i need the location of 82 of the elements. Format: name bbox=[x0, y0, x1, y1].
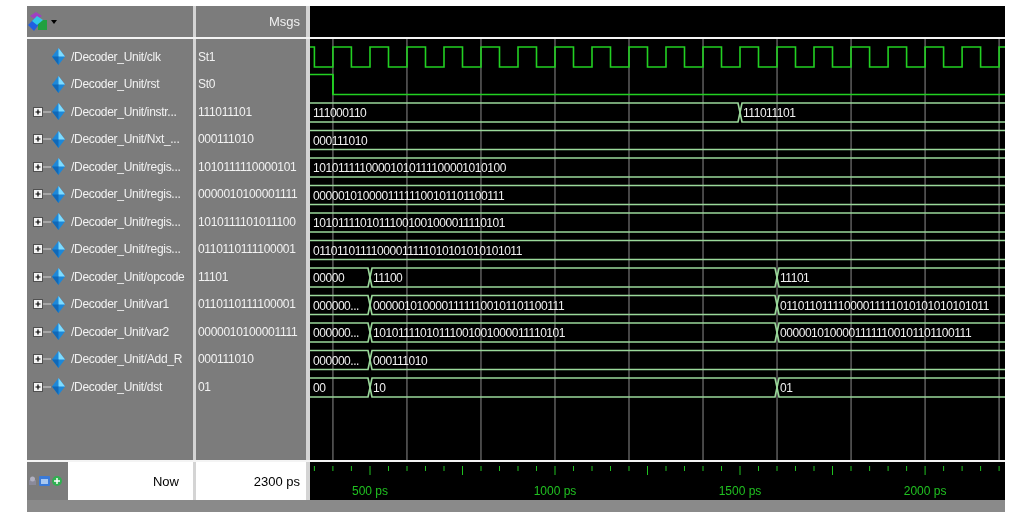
bus-value: 01101101111000011111010101010101011 bbox=[780, 298, 989, 313]
signal-value: 0000010100001111 bbox=[198, 187, 298, 202]
window-icon[interactable] bbox=[39, 476, 50, 486]
signal-icon bbox=[52, 295, 65, 313]
bus-value: 10101111010111001001000011110101 bbox=[313, 216, 506, 230]
expand-icon[interactable] bbox=[33, 134, 51, 145]
bus-value: 000111010 bbox=[373, 353, 428, 368]
expand-icon[interactable] bbox=[33, 299, 51, 310]
expand-icon[interactable] bbox=[33, 354, 51, 365]
signal-name[interactable]: /Decoder_Unit/instr... bbox=[71, 104, 177, 119]
circle-plus-icon[interactable] bbox=[52, 476, 62, 486]
signal-value: 01 bbox=[198, 379, 211, 394]
time-label: 1000 ps bbox=[533, 484, 577, 498]
expand-icon[interactable] bbox=[33, 161, 51, 172]
signal-name[interactable]: /Decoder_Unit/regis... bbox=[71, 187, 181, 202]
expand-icon[interactable] bbox=[33, 326, 51, 337]
bus-value: 111011101 bbox=[743, 106, 796, 120]
signal-icon bbox=[52, 130, 65, 148]
signal-value: 111011101 bbox=[198, 104, 252, 119]
signal-value: 1010111101011100 bbox=[198, 214, 296, 229]
signal-value: 000111010 bbox=[198, 352, 254, 367]
bus-value: 01101101111000011111010101010101011 bbox=[313, 243, 522, 258]
signal-icon bbox=[52, 350, 65, 368]
bus-value: 00000101000011111100101101100111 bbox=[313, 188, 505, 203]
now-label: Now bbox=[153, 473, 179, 489]
expand-icon[interactable] bbox=[33, 381, 51, 392]
bus-value: 10101111100001010111100001010100 bbox=[313, 161, 506, 175]
signal-value: 1010111110000101 bbox=[198, 159, 297, 174]
time-label: 1500 ps bbox=[718, 484, 762, 498]
signal-value: 0110110111100001 bbox=[198, 242, 296, 257]
dropdown-arrow-icon[interactable] bbox=[51, 19, 57, 24]
shapes-icon[interactable] bbox=[28, 10, 50, 33]
signal-value: St1 bbox=[198, 49, 216, 64]
signal-icon bbox=[52, 185, 65, 203]
bus-value: 000000... bbox=[313, 298, 359, 313]
signal-icon bbox=[52, 213, 65, 231]
expand-icon[interactable] bbox=[33, 189, 51, 200]
signal-value: 11101 bbox=[198, 269, 229, 284]
bus-value: 11100 bbox=[373, 271, 403, 285]
signal-name[interactable]: /Decoder_Unit/regis... bbox=[71, 242, 181, 257]
expand-icon[interactable] bbox=[33, 244, 51, 255]
expand-icon[interactable] bbox=[33, 271, 51, 282]
signal-name[interactable]: /Decoder_Unit/clk bbox=[71, 49, 161, 64]
cursor-time: 2300 ps bbox=[253, 473, 300, 489]
bus-value: 10101111010111001001000011110101 bbox=[373, 326, 566, 340]
signal-value: 0000010100001111 bbox=[198, 324, 298, 339]
signal-icon bbox=[52, 103, 65, 121]
time-label: 500 ps bbox=[352, 484, 388, 498]
bus-value: 01 bbox=[780, 381, 793, 395]
signal-name[interactable]: /Decoder_Unit/regis... bbox=[71, 214, 181, 229]
bus-value: 00 bbox=[313, 381, 326, 395]
signal-icon bbox=[52, 75, 65, 93]
signal-icon bbox=[52, 158, 65, 176]
signal-name[interactable]: /Decoder_Unit/dst bbox=[71, 379, 162, 394]
signal-icon bbox=[52, 268, 65, 286]
bus-value: 10 bbox=[373, 381, 386, 395]
signal-name[interactable]: /Decoder_Unit/opcode bbox=[71, 269, 185, 284]
bus-value: 111000110 bbox=[313, 106, 367, 120]
bus-value: 000000... bbox=[313, 353, 359, 368]
signal-name[interactable]: /Decoder_Unit/Add_R bbox=[71, 352, 183, 367]
bus-value: 000000... bbox=[313, 326, 359, 340]
bus-value: 000111010 bbox=[313, 133, 368, 148]
bus-value: 00000 bbox=[313, 271, 345, 285]
signal-value: St0 bbox=[198, 77, 216, 92]
signal-name[interactable]: /Decoder_Unit/regis... bbox=[71, 159, 181, 174]
signal-value: 0110110111100001 bbox=[198, 297, 296, 312]
signal-name[interactable]: /Decoder_Unit/rst bbox=[71, 77, 160, 92]
bus-value: 00000101000011111100101101100111 bbox=[780, 326, 972, 340]
signal-name[interactable]: /Decoder_Unit/var2 bbox=[71, 324, 169, 339]
signal-icon bbox=[52, 378, 65, 396]
expand-icon[interactable] bbox=[33, 216, 51, 227]
signal-icon bbox=[52, 323, 65, 341]
expand-icon[interactable] bbox=[33, 106, 51, 117]
signal-icon bbox=[52, 48, 65, 66]
signal-name[interactable]: /Decoder_Unit/var1 bbox=[71, 297, 169, 312]
signal-name[interactable]: /Decoder_Unit/Nxt_... bbox=[71, 132, 180, 147]
bus-value: 00000101000011111100101101100111 bbox=[373, 298, 565, 313]
signal-icon bbox=[52, 240, 65, 258]
column-header: Msgs bbox=[268, 14, 300, 29]
time-label: 2000 ps bbox=[903, 484, 947, 498]
signal-value: 000111010 bbox=[198, 132, 254, 147]
bus-value: 11101 bbox=[780, 271, 810, 285]
